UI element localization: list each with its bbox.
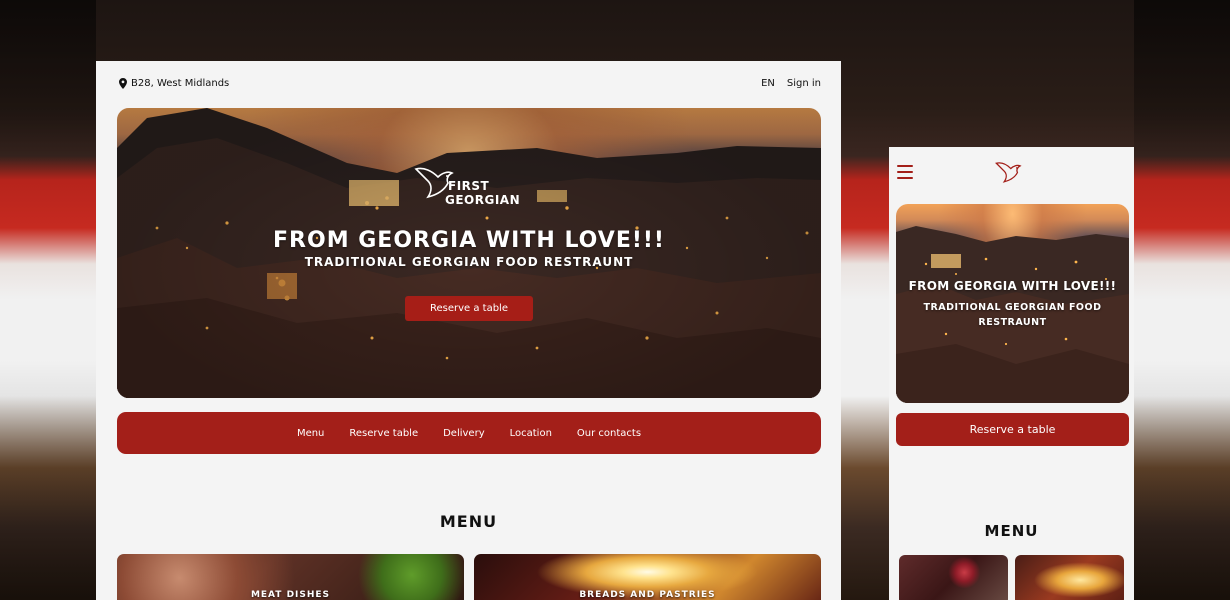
mobile-hero-title: FROM GEORGIA WITH LOVE!!! (908, 279, 1117, 293)
nav-item-location[interactable]: Location (510, 428, 552, 439)
hero-title: FROM GEORGIA WITH LOVE!!! (273, 228, 665, 253)
brand-logo[interactable]: FIRST GEORGIAN (414, 163, 529, 208)
nav-item-menu[interactable]: Menu (297, 428, 324, 439)
menu-card-breads-and-pastries[interactable]: BREADS AND PASTRIES (474, 554, 821, 600)
logo-line-1: FIRST (448, 179, 490, 193)
nav-item-our-contacts[interactable]: Our contacts (577, 428, 641, 439)
menu-card-label: MEAT DISHES (250, 590, 331, 600)
menu-card-label: BREADS AND PASTRIES (579, 590, 716, 600)
top-bar: B28, West Midlands EN Sign in (119, 75, 821, 91)
hamburger-menu-icon[interactable] (897, 165, 913, 181)
mobile-mockup: FROM GEORGIA WITH LOVE!!! TRADITIONAL GE… (889, 147, 1134, 600)
menu-card-meat-dishes[interactable]: MEAT DISHES (117, 554, 464, 600)
nav-item-delivery[interactable]: Delivery (443, 428, 485, 439)
reserve-table-button[interactable]: Reserve a table (405, 296, 533, 321)
mobile-reserve-table-button[interactable]: Reserve a table (896, 413, 1129, 446)
mobile-menu-card[interactable] (899, 555, 1008, 600)
location-pin-icon (119, 77, 127, 89)
background-blur-left (0, 0, 96, 600)
language-selector[interactable]: EN (761, 78, 775, 89)
desktop-mockup: B28, West Midlands EN Sign in FIRST GEOR… (96, 61, 841, 600)
location-text: B28, West Midlands (131, 77, 230, 89)
hero-subtitle: TRADITIONAL GEORGIAN FOOD RESTRAUNT (304, 255, 634, 269)
mobile-hero-banner: FROM GEORGIA WITH LOVE!!! TRADITIONAL GE… (896, 204, 1129, 403)
menu-heading: MENU (439, 512, 498, 531)
mobile-menu-card[interactable] (1015, 555, 1124, 600)
sign-in-link[interactable]: Sign in (787, 78, 821, 89)
hero-banner: FIRST GEORGIAN FROM GEORGIA WITH LOVE!!!… (117, 108, 821, 398)
nav-item-reserve-table[interactable]: Reserve table (349, 428, 418, 439)
bird-logo-icon[interactable] (995, 159, 1028, 186)
main-navigation: Menu Reserve table Delivery Location Our… (117, 412, 821, 454)
background-blur-right (1134, 0, 1230, 600)
mobile-hero-subtitle: TRADITIONAL GEORGIAN FOOD RESTRAUNT (923, 302, 1102, 328)
mobile-menu-heading: MENU (984, 522, 1039, 540)
logo-line-2: GEORGIAN (445, 193, 521, 207)
location[interactable]: B28, West Midlands (119, 77, 230, 89)
